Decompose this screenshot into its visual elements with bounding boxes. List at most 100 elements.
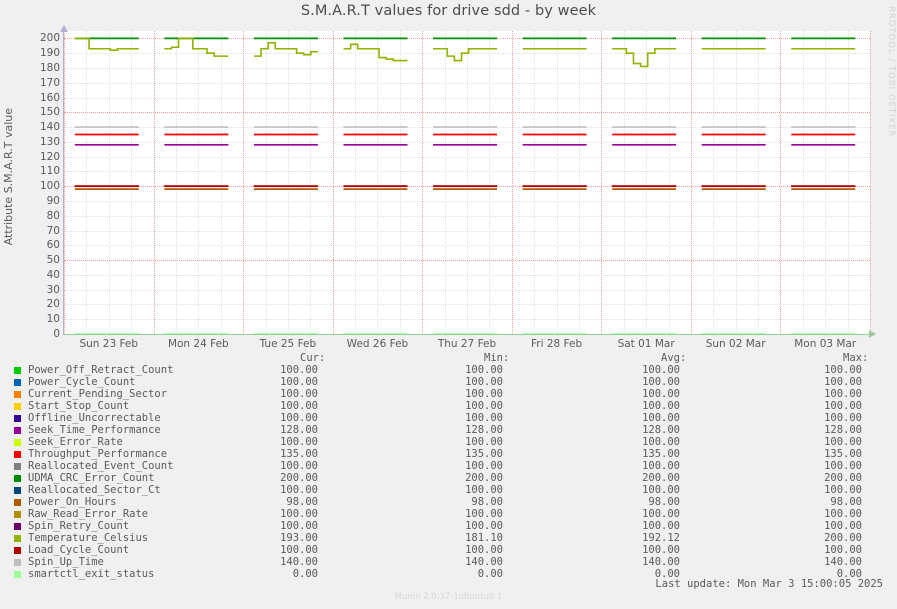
y-tick-label: 110 — [39, 165, 60, 178]
legend-color-swatch — [14, 474, 21, 482]
legend-row: Reallocated_Event_Count 100.00 100.00 100.0… — [14, 460, 889, 472]
legend-color-swatch — [14, 498, 21, 506]
legend-value-min: 100.00 — [465, 412, 503, 424]
legend-value-max: 128.00 — [824, 424, 862, 436]
legend-series-label: Seek_Time_Performance — [28, 424, 161, 436]
legend-color-swatch — [14, 570, 21, 578]
legend-color-swatch — [14, 450, 21, 458]
legend-value-cur: 128.00 — [280, 424, 318, 436]
legend-color-swatch — [14, 462, 21, 470]
legend-value-max: 135.00 — [824, 448, 862, 460]
legend-row: Spin_Retry_Count 100.00 100.00 100.00 100.00 — [14, 520, 889, 532]
legend-row: Throughput_Performance 135.00 135.00 135.00… — [14, 448, 889, 460]
y-axis-arrow-icon — [60, 25, 68, 32]
y-tick-label: 70 — [46, 224, 60, 237]
legend-color-swatch — [14, 390, 21, 398]
legend-value-max: 100.00 — [824, 460, 862, 472]
legend-series-label: Reallocated_Event_Count — [28, 460, 174, 472]
legend-value-max: 100.00 — [824, 508, 862, 520]
legend-color-swatch — [14, 426, 21, 434]
y-axis-tick-labels: 0 10 20 30 40 50 60 70 80 90 100 110 120 130 140 150 160… — [0, 31, 60, 340]
legend-value-min: 135.00 — [465, 448, 503, 460]
legend-color-swatch — [14, 522, 21, 530]
legend-value-avg: 128.00 — [642, 424, 680, 436]
legend-value-min: 100.00 — [465, 484, 503, 496]
legend-header-avg: Avg: — [661, 352, 687, 364]
legend-series-label: Throughput_Performance — [28, 448, 168, 460]
rrdtool-watermark: RRDTOOL / TOBI OETIKER — [886, 6, 896, 138]
x-tick-label: Sat 01 Mar — [617, 338, 675, 350]
y-tick-label: 180 — [39, 61, 60, 74]
legend-value-max: 100.00 — [824, 376, 862, 388]
legend-value-avg: 100.00 — [642, 508, 680, 520]
y-tick-label: 0 — [53, 328, 60, 340]
legend-header-cur: Cur: — [300, 352, 326, 364]
munin-version-label: Munin 2.0.37-1ubuntu0.1 — [394, 592, 503, 602]
legend-series-label: Start_Stop_Count — [28, 400, 130, 412]
legend-value-avg: 100.00 — [642, 544, 680, 556]
legend-value-avg: 192.12 — [642, 532, 680, 544]
legend-value-avg: 135.00 — [642, 448, 680, 460]
y-tick-label: 60 — [46, 239, 60, 252]
legend-row: Power_Cycle_Count 100.00 100.00 100.00 100.0… — [14, 376, 889, 388]
y-tick-label: 120 — [39, 150, 60, 163]
legend-value-cur: 100.00 — [280, 412, 318, 424]
legend-row: Reallocated_Sector_Ct 100.00 100.00 100.00 1… — [14, 484, 889, 496]
legend-value-cur: 100.00 — [280, 460, 318, 472]
legend-series-label: Power_On_Hours — [28, 496, 117, 508]
legend-color-swatch — [14, 534, 21, 542]
y-tick-label: 160 — [39, 91, 60, 104]
legend-value-cur: 140.00 — [280, 556, 318, 568]
legend-value-avg: 100.00 — [642, 520, 680, 532]
legend-value-max: 98.00 — [830, 496, 862, 508]
legend-series-label: Current_Pending_Sector — [28, 388, 168, 400]
legend-value-avg: 100.00 — [642, 388, 680, 400]
legend-series-label: UDMA_CRC_Error_Count — [28, 472, 155, 484]
legend-color-swatch — [14, 378, 21, 386]
legend-value-cur: 100.00 — [280, 376, 318, 388]
legend-row: Offline_Uncorrectable 100.00 100.00 100.00 1… — [14, 412, 889, 424]
y-tick-label: 100 — [39, 180, 60, 193]
legend-value-avg: 98.00 — [648, 496, 680, 508]
x-tick-label: Mon 24 Feb — [167, 338, 229, 350]
x-tick-label: Fri 28 Feb — [530, 338, 583, 350]
x-tick-label: Thu 27 Feb — [437, 338, 497, 350]
legend-color-swatch — [14, 402, 21, 410]
legend-color-swatch — [14, 558, 21, 566]
y-tick-label: 50 — [46, 254, 60, 267]
legend-value-cur: 100.00 — [280, 388, 318, 400]
legend-value-avg: 100.00 — [642, 460, 680, 472]
legend-header-max: Max: — [843, 352, 869, 364]
legend-value-avg: 100.00 — [642, 376, 680, 388]
page-title: S.M.A.R.T values for drive sdd - by week — [300, 3, 597, 19]
series-layer — [74, 37, 856, 335]
legend-value-min: 100.00 — [465, 400, 503, 412]
legend-series-label: Temperature_Celsius — [28, 532, 149, 544]
y-tick-label: 140 — [39, 121, 60, 134]
legend-value-min: 98.00 — [471, 496, 503, 508]
legend-value-cur: 100.00 — [280, 436, 318, 448]
legend-value-min: 100.00 — [465, 436, 503, 448]
legend-value-cur: 135.00 — [280, 448, 318, 460]
grid-line-v — [870, 31, 871, 334]
y-tick-label: 190 — [39, 47, 60, 60]
legend-row: Power_On_Hours 98.00 98.00 98.00 98.00 — [14, 496, 889, 508]
plot-area — [64, 31, 871, 335]
legend-row: Power_Off_Retract_Count 100.00 100.00 100.0… — [14, 364, 889, 376]
y-tick-label: 90 — [46, 194, 60, 207]
legend-row: Seek_Error_Rate 100.00 100.00 100.00 100.00 — [14, 436, 889, 448]
legend-value-max: 200.00 — [824, 472, 862, 484]
y-tick-label: 20 — [46, 298, 60, 311]
legend-value-min: 100.00 — [465, 460, 503, 472]
legend-series-label: Spin_Retry_Count — [28, 520, 130, 532]
legend-table: Cur: Min: Avg: Max: Power_Off_Retract_Co… — [14, 352, 889, 580]
legend-header-row: Cur: Min: Avg: Max: — [14, 352, 889, 364]
legend-value-min: 100.00 — [465, 388, 503, 400]
legend-color-swatch — [14, 486, 21, 494]
x-tick-label: Tue 25 Feb — [259, 338, 317, 350]
x-axis-arrow-icon — [869, 330, 876, 338]
legend-row: Seek_Time_Performance 128.00 128.00 128.00 1… — [14, 424, 889, 436]
legend-value-min: 128.00 — [465, 424, 503, 436]
legend-series-label: Load_Cycle_Count — [28, 544, 130, 556]
legend-series-label: Raw_Read_Error_Rate — [28, 508, 149, 520]
